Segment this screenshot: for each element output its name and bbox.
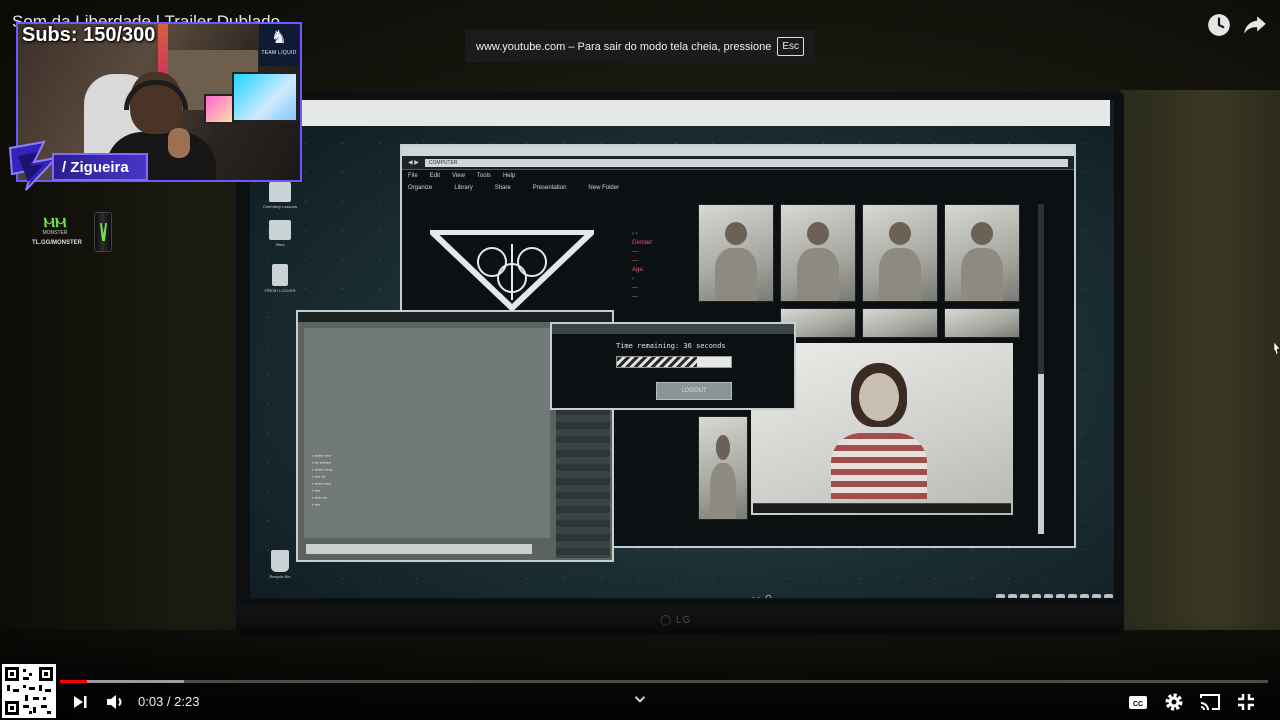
explorer-menu-item: Tools (476, 173, 491, 179)
progress-bar[interactable] (60, 680, 1268, 683)
fullscreen-notice: www.youtube.com – Para sair do modo tela… (465, 30, 815, 63)
terminal-title-bar (298, 312, 612, 322)
explorer-toolbar-item: Organize (408, 185, 433, 191)
gear-icon[interactable] (1162, 690, 1186, 714)
cast-icon[interactable] (1198, 690, 1222, 714)
explorer-toolbar-item: Library (454, 185, 473, 191)
sponsor-code: TL.GG/MONSTER (32, 240, 82, 246)
logout-button: LOGOUT (656, 382, 732, 400)
explorer-menu-bar: File Edit View Tools Help (402, 170, 1074, 182)
qr-code (2, 664, 56, 718)
search-icon: ⚲ (765, 594, 772, 598)
team-liquid-logo: ♞ TEAM LIQUID (259, 24, 299, 66)
child-photo-thumbnail (862, 204, 938, 302)
terminal-side-list (556, 408, 610, 558)
desktop-icon-label: Chemistry Lessons (262, 204, 297, 209)
child-photo-thumbnail (698, 204, 774, 302)
svg-text:CC: CC (1133, 701, 1143, 708)
explorer-toolbar-item: Presentation (532, 185, 567, 191)
desktop-icon-label: Recycle Bin (269, 574, 291, 579)
child-photo-thumbnail (944, 204, 1020, 302)
child-photo-thumbnail (862, 308, 938, 338)
scene-background-right (1120, 90, 1280, 630)
explorer-menu-item: Help (502, 173, 516, 179)
explorer-toolbar: Organize Library Share Presentation New … (402, 182, 1074, 194)
explorer-toolbar-item: New Folder (588, 185, 620, 191)
taskbar-icons: ◖◗ ⚲ (750, 594, 772, 598)
captions-icon[interactable]: CC (1126, 690, 1150, 714)
chevron-down-icon[interactable] (631, 690, 649, 708)
desktop-icon-folder: Chemistry Lessons (250, 182, 310, 209)
terminal-input (306, 544, 532, 554)
desktop-icon-label: FRESH LOCKER (264, 288, 296, 293)
explorer-menu-item: File (408, 173, 418, 179)
explorer-toolbar-item: Share (494, 185, 511, 191)
fullscreen-notice-text: www.youtube.com – Para sair do modo tela… (476, 40, 772, 53)
butterfly-triangle-logo-icon (430, 230, 594, 310)
mouse-cursor-icon (1274, 342, 1280, 354)
countdown-dialog: Time remaining: 36 seconds LOGOUT (550, 322, 796, 410)
sponsor-word: MONSTER (42, 230, 68, 236)
terminal-text: ▪ ▪▪▪▪▪▪ ▪▪▪▪▪ ▪ ▪▪▪ ▪▪▪▪▪▪▪▪ ▪ ▪▪▪▪▪▪ ▪▪▪… (312, 453, 333, 507)
countdown-text: Time remaining: 36 seconds (616, 342, 726, 350)
esc-key-hint: Esc (777, 37, 804, 56)
photo-viewer-bar (753, 503, 1011, 513)
clock-icon[interactable] (1206, 12, 1232, 38)
terminal-output (304, 328, 550, 538)
countdown-progress-bar (616, 356, 732, 368)
explorer-address-field: COMPUTER (424, 158, 1068, 167)
sponsor-overlay: ⲘⲘ MONSTER TL.GG/MONSTER (30, 212, 118, 256)
explorer-menu-item: View (452, 173, 465, 179)
qr-code-pattern (5, 667, 53, 715)
streamer-name: / Zigueira (62, 159, 129, 176)
in-video-desktop: Chemistry Lessons Sites FRESH LOCKER Rec… (250, 100, 1114, 598)
explorer-scrollbar (1038, 204, 1044, 534)
explorer-address-bar: ◀ ▶ COMPUTER (402, 156, 1074, 170)
time-display: 0:03 / 2:23 (138, 694, 200, 709)
explorer-title-bar (402, 146, 1074, 156)
child-photo-thumbnail (780, 204, 856, 302)
monster-claw-icon: ⲘⲘ (43, 214, 67, 230)
volume-icon[interactable] (103, 690, 127, 714)
countdown-title-bar (552, 324, 794, 334)
progress-played (60, 680, 87, 683)
exit-fullscreen-icon[interactable] (1234, 690, 1258, 714)
desktop-top-bar (300, 100, 1110, 126)
profile-label-age: Age: (632, 267, 645, 273)
share-icon[interactable] (1242, 12, 1268, 38)
desktop-icon-file: FRESH LOCKER (250, 264, 310, 293)
chat-bubble-icon: ◖◗ (750, 594, 762, 598)
system-tray-icons (996, 594, 1113, 598)
desktop-icon-label: Sites (275, 242, 285, 247)
team-name: TEAM LIQUID (261, 50, 297, 56)
profile-label-gender: Gender: (632, 240, 654, 246)
explorer-menu-item: Edit (429, 173, 441, 179)
streamer-name-banner: / Zigueira (52, 153, 148, 181)
next-icon[interactable] (68, 690, 92, 714)
desktop-icon-folder: Sites (250, 220, 310, 247)
energy-drink-can-icon (94, 212, 112, 252)
child-photo-thumbnail (698, 416, 748, 520)
horse-icon: ♞ (270, 27, 288, 47)
profile-info: › ‹ Gender: — — Age: › — — (632, 231, 654, 300)
subs-counter: Subs: 150/300 (22, 24, 156, 46)
countdown-progress-fill (617, 357, 697, 367)
child-photo-thumbnail (944, 308, 1020, 338)
